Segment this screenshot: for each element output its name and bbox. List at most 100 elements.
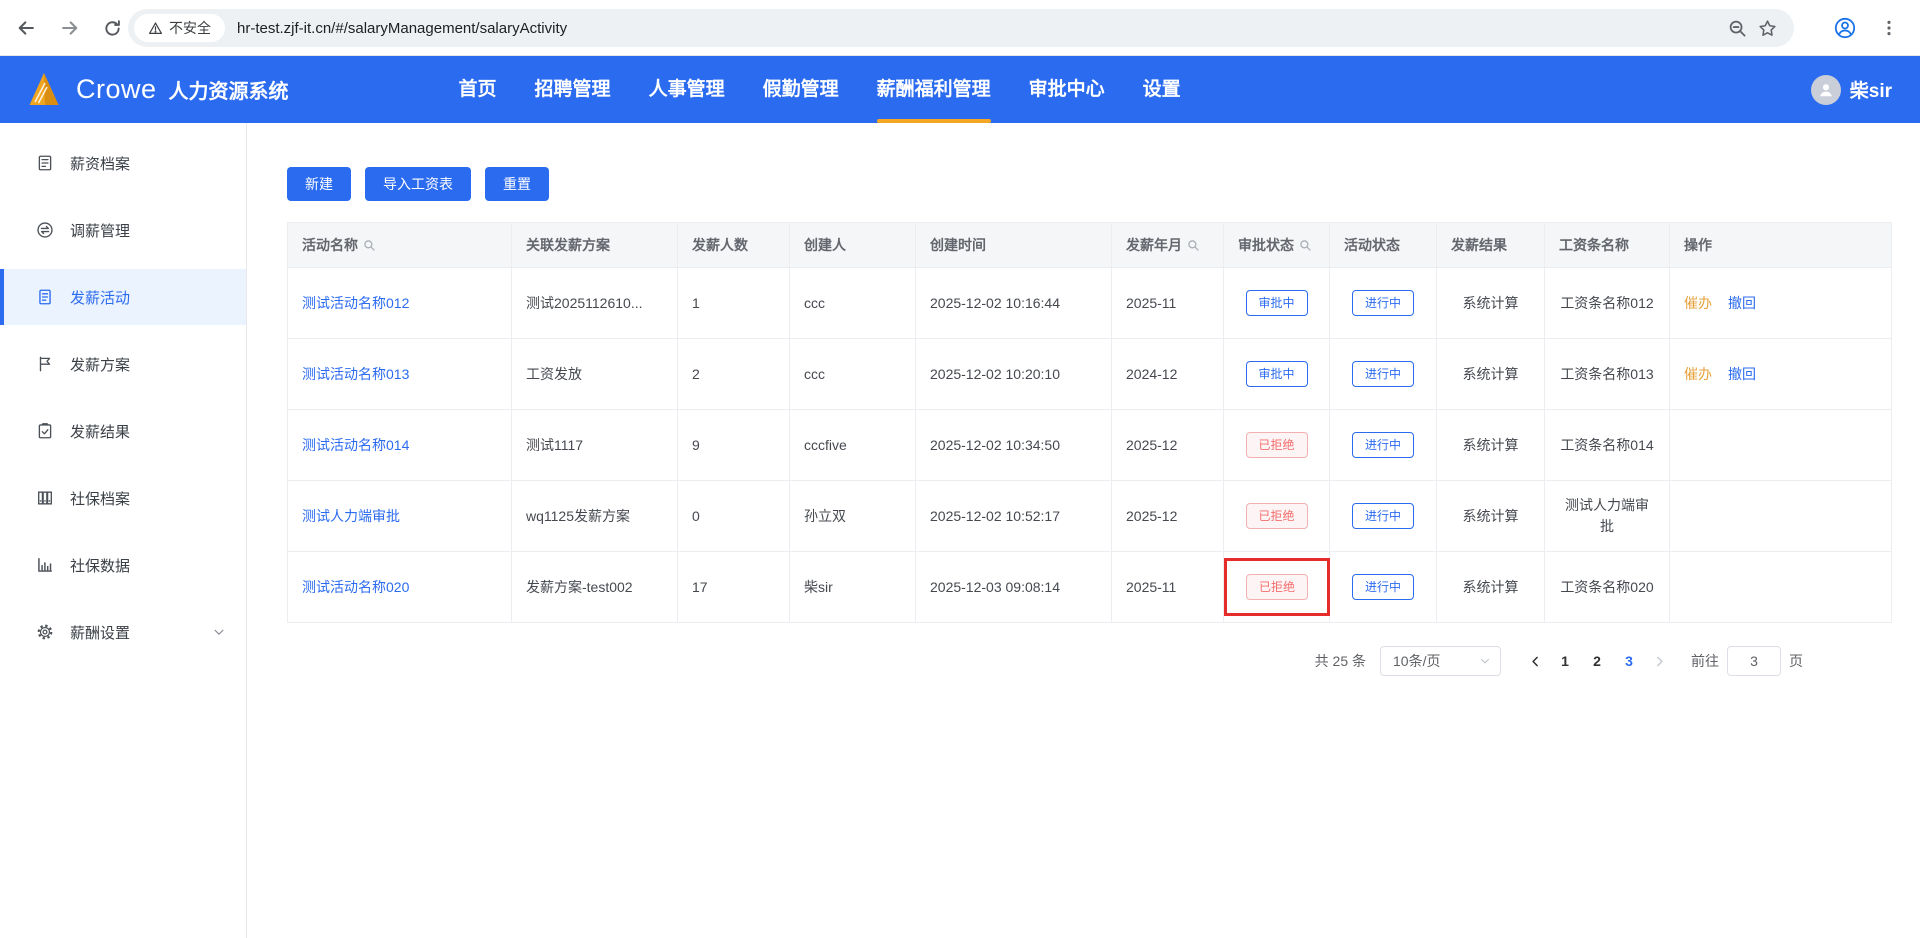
cell-month: 2025-12 [1111,409,1224,481]
user-name: 柴sir [1849,81,1892,102]
payroll-activity-icon [36,288,54,306]
user-icon [1819,83,1832,96]
cell-creator: 孙立双 [789,480,916,552]
cell-month: 2025-11 [1111,267,1224,339]
cell-count: 9 [677,409,790,481]
toolbar: 新建 导入工资表 重置 [287,167,1892,201]
col-month: 发薪年月 [1111,222,1224,268]
cell-count: 0 [677,480,790,552]
sidebar-item-salary-archive[interactable]: 薪资档案 [0,135,246,191]
forward-arrow-icon [62,21,78,35]
urge-link[interactable]: 催办 [1684,295,1712,311]
social-data-icon [36,556,54,574]
cell-slip-name: 工资条名称020 [1544,551,1670,623]
next-page-icon[interactable] [1647,655,1671,668]
nav-item-settings[interactable]: 设置 [1143,77,1181,103]
sidebar-item-salary-adjust[interactable]: 调薪管理 [0,202,246,258]
activity-name-link[interactable]: 测试活动名称020 [302,579,409,595]
browser-reload-button[interactable] [98,14,126,42]
url-text[interactable]: hr-test.zjf-it.cn/#/salaryManagement/sal… [237,20,1722,37]
sidebar: 薪资档案 调薪管理 发薪活动 发薪方案 发薪结果 社保档案 社保数据 薪酬设置 [0,123,247,938]
profile-icon[interactable] [1830,13,1860,43]
nav-item-attendance[interactable]: 假勤管理 [763,77,839,103]
security-chip[interactable]: 不安全 [134,14,225,42]
sidebar-item-payroll-result[interactable]: 发薪结果 [0,403,246,459]
sidebar-item-salary-settings[interactable]: 薪酬设置 [0,604,246,660]
table-row: 测试活动名称014 测试1117 9 cccfive 2025-12-02 10… [287,409,1892,481]
activity-status-badge: 进行中 [1352,574,1414,600]
withdraw-link[interactable]: 撤回 [1728,295,1756,311]
cell-result: 系统计算 [1436,551,1545,623]
cell-created-at: 2025-12-03 09:08:14 [915,551,1112,623]
approval-status-badge: 已拒绝 [1245,432,1308,458]
browser-forward-button[interactable] [56,14,84,42]
col-created-at: 创建时间 [915,222,1112,268]
browser-menu-icon[interactable] [1874,13,1904,43]
social-archive-icon [36,489,54,507]
sidebar-item-payroll-activity[interactable]: 发薪活动 [0,269,246,325]
page-number[interactable]: 3 [1615,653,1643,669]
cell-created-at: 2025-12-02 10:16:44 [915,267,1112,339]
nav-item-recruit[interactable]: 招聘管理 [535,77,611,103]
sidebar-item-social-data[interactable]: 社保数据 [0,537,246,593]
page-number[interactable]: 1 [1551,653,1579,669]
pagination: 共 25 条 10条/页 1 2 3 前往 3 页 [287,646,1892,676]
search-icon[interactable] [1299,239,1312,252]
approval-status-badge: 审批中 [1245,290,1308,316]
activity-status-badge: 进行中 [1352,290,1414,316]
col-creator: 创建人 [789,222,916,268]
goto-page-input[interactable] [1727,646,1781,676]
urge-link[interactable]: 催办 [1684,366,1712,382]
col-slip-name: 工资条名称 [1544,222,1670,268]
bookmark-star-icon[interactable] [1752,13,1782,43]
browser-back-button[interactable] [12,14,40,42]
table-header-row: 活动名称 关联发薪方案 发薪人数 创建人 创建时间 发薪年月 审批状态 活动状态… [287,222,1892,268]
cell-plan: 工资发放 [511,338,678,410]
cell-created-at: 2025-12-02 10:34:50 [915,409,1112,481]
sidebar-item-payroll-plan[interactable]: 发薪方案 [0,336,246,392]
approval-status-badge: 审批中 [1245,361,1308,387]
create-button[interactable]: 新建 [287,167,351,201]
table-row: 测试活动名称012 测试2025112610... 1 ccc 2025-12-… [287,267,1892,339]
prev-page-icon[interactable] [1523,655,1547,668]
cell-count: 1 [677,267,790,339]
cell-slip-name: 测试人力端审批 [1544,480,1670,552]
nav-item-salary-benefits[interactable]: 薪酬福利管理 [876,77,991,123]
activity-name-link[interactable]: 测试活动名称013 [302,366,409,382]
search-icon[interactable] [1187,239,1200,252]
sidebar-item-social-archive[interactable]: 社保档案 [0,470,246,526]
col-count: 发薪人数 [677,222,790,268]
cell-plan: wq1125发薪方案 [511,480,678,552]
cell-count: 17 [677,551,790,623]
page-number[interactable]: 2 [1583,653,1611,669]
activity-table: 活动名称 关联发薪方案 发薪人数 创建人 创建时间 发薪年月 审批状态 活动状态… [287,222,1892,623]
cell-count: 2 [677,338,790,410]
address-bar[interactable]: 不安全 hr-test.zjf-it.cn/#/salaryManagement… [128,9,1794,47]
search-icon[interactable] [363,239,376,252]
import-payroll-button[interactable]: 导入工资表 [365,167,471,201]
red-highlight-annotation: 已拒绝 [1224,558,1330,616]
nav-item-home[interactable]: 首页 [459,77,497,103]
nav-item-approval-center[interactable]: 审批中心 [1029,77,1105,103]
activity-status-badge: 进行中 [1352,361,1414,387]
col-activity-name: 活动名称 [287,222,512,268]
page-size-select[interactable]: 10条/页 [1380,646,1501,676]
activity-name-link[interactable]: 测试活动名称014 [302,437,409,453]
activity-name-link[interactable]: 测试人力端审批 [302,508,400,524]
col-plan: 关联发薪方案 [511,222,678,268]
gear-icon [36,623,54,641]
nav-item-hr[interactable]: 人事管理 [649,77,725,103]
cell-created-at: 2025-12-02 10:52:17 [915,480,1112,552]
user-menu[interactable]: 柴sir [1810,74,1920,105]
zoom-indicator-icon[interactable] [1722,13,1752,43]
cell-plan: 测试1117 [511,409,678,481]
reset-button[interactable]: 重置 [485,167,549,201]
app-logo: Crowe 人力资源系统 [0,69,289,111]
col-approval-status: 审批状态 [1223,222,1330,268]
table-row: 测试人力端审批 wq1125发薪方案 0 孙立双 2025-12-02 10:5… [287,480,1892,552]
cell-month: 2025-11 [1111,551,1224,623]
activity-status-badge: 进行中 [1352,503,1414,529]
withdraw-link[interactable]: 撤回 [1728,366,1756,382]
cell-slip-name: 工资条名称014 [1544,409,1670,481]
activity-name-link[interactable]: 测试活动名称012 [302,295,409,311]
